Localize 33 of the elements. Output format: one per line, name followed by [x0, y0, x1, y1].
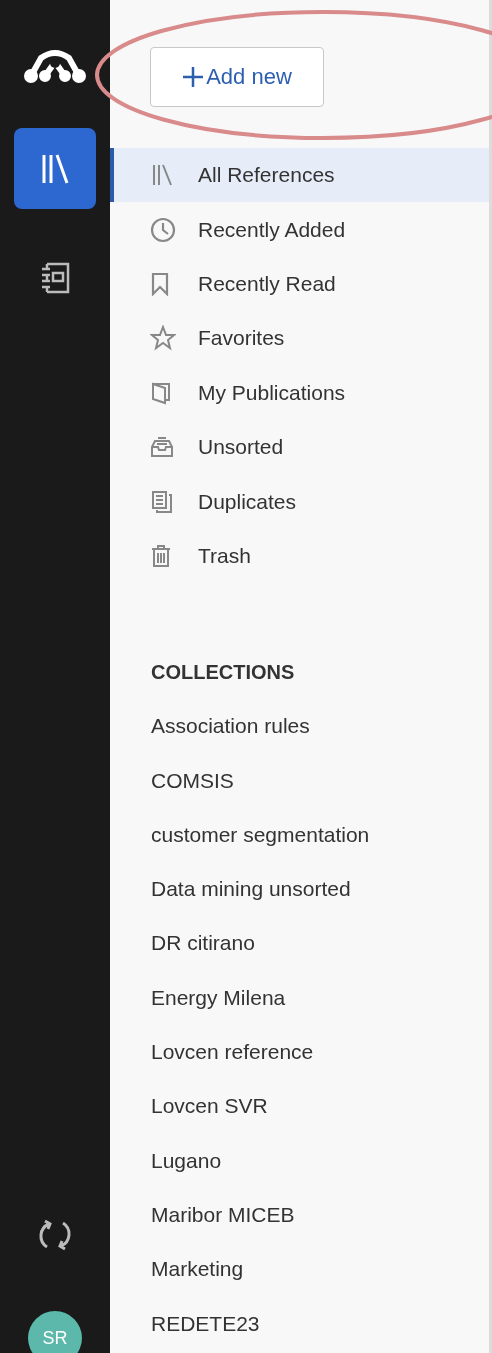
clock-icon: [150, 216, 176, 243]
library-item[interactable]: Duplicates: [110, 474, 489, 529]
star-icon: [150, 325, 176, 352]
inbox-icon: [150, 436, 174, 459]
document-stack-icon: [150, 489, 174, 514]
sync-icon[interactable]: [37, 1217, 73, 1253]
library-item[interactable]: Recently Read: [110, 256, 489, 312]
collection-item[interactable]: Maribor MICEB: [110, 1187, 489, 1243]
collection-item[interactable]: Energy Milena: [110, 970, 489, 1025]
add-new-button[interactable]: Add new: [150, 47, 324, 107]
collection-item[interactable]: Lugano: [110, 1133, 489, 1188]
collection-item[interactable]: REDETE23: [110, 1296, 489, 1351]
rail-button[interactable]: [14, 128, 96, 209]
library-item[interactable]: All References: [110, 148, 489, 203]
collection-item[interactable]: customer segmentation: [110, 807, 489, 862]
library-item[interactable]: Trash: [110, 528, 489, 584]
collection-item[interactable]: Marketing: [110, 1242, 489, 1297]
library-item[interactable]: Favorites: [110, 311, 489, 366]
collection-item[interactable]: COMSIS: [110, 753, 489, 808]
library-icon: [150, 163, 174, 188]
trash-icon: [150, 543, 172, 568]
bookmark-icon: [150, 271, 170, 296]
plus-icon: [182, 66, 205, 88]
collection-item[interactable]: Association rules: [110, 699, 489, 754]
section-heading: COLLECTIONS: [150, 659, 296, 685]
library-item[interactable]: Recently Added: [110, 202, 489, 257]
collection-item[interactable]: Data mining unsorted: [110, 862, 489, 917]
book-icon: [150, 380, 172, 405]
collection-item[interactable]: Lovcen reference: [110, 1024, 489, 1080]
library-item[interactable]: My Publications: [110, 365, 489, 420]
collection-item[interactable]: DR citirano: [110, 916, 489, 971]
collection-item[interactable]: Lovcen SVR: [110, 1079, 489, 1134]
library-item[interactable]: Unsorted: [110, 419, 489, 475]
